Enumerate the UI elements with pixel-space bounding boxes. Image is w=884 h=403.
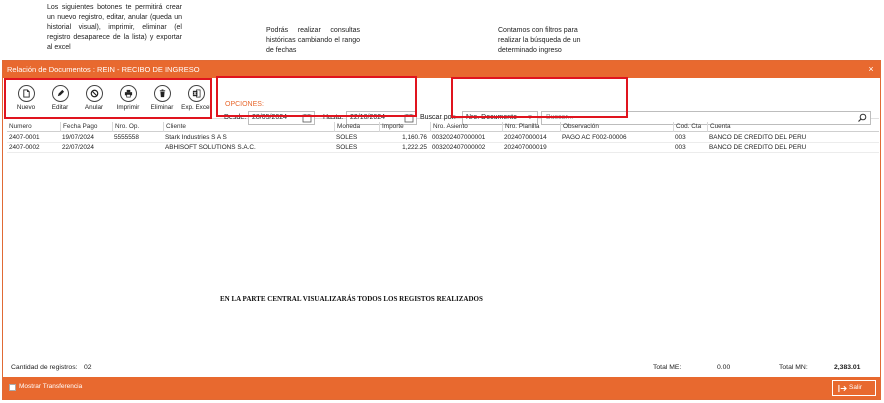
total-mn-label: Total MN: <box>779 364 808 371</box>
documents-table: Numero Fecha Pago Nro. Op. Cliente Moned… <box>7 122 879 357</box>
show-transfer-label: Mostrar Transferencia <box>19 383 83 390</box>
highlight-dates <box>216 76 417 117</box>
exit-button-label: Salir <box>849 384 863 391</box>
table-cell: 5555558 <box>114 134 139 141</box>
total-me-label: Total ME: <box>653 364 682 371</box>
table-cell: ABHISOFT SOLUTIONS S.A.C. <box>165 144 256 151</box>
column-header[interactable]: Numero <box>7 122 60 132</box>
note-buttons: Los siguientes botones te permitirá crea… <box>47 4 182 51</box>
column-header[interactable]: Nro. Asiento <box>430 122 502 132</box>
total-mn-value: 2,383.01 <box>834 364 861 371</box>
table-cell: BANCO DE CREDITO DEL PERU <box>709 134 807 141</box>
records-count-label: Cantidad de registros: <box>11 364 78 371</box>
column-header[interactable]: Moneda <box>334 122 379 132</box>
table-cell: SOLES <box>336 144 358 151</box>
column-header[interactable]: Cliente <box>163 122 334 132</box>
exit-icon <box>838 384 847 393</box>
column-header[interactable]: Fecha Pago <box>60 122 112 132</box>
table-cell: 202407000014 <box>504 134 547 141</box>
highlight-filters <box>451 77 628 118</box>
column-header[interactable]: Importe <box>379 122 430 132</box>
table-cell: SOLES <box>336 134 358 141</box>
table-cell: BANCO DE CREDITO DEL PERU <box>709 144 807 151</box>
records-count-value: 02 <box>84 364 92 371</box>
table-cell: Stark Industries S A S <box>165 134 227 141</box>
exit-button[interactable]: Salir <box>832 380 876 396</box>
table-row[interactable]: 2407-0001 19/07/2024 5555558 Stark Indus… <box>7 133 879 143</box>
column-header[interactable]: Cuenta <box>707 122 879 132</box>
note-filters: Contamos con filtros para realizar la bú… <box>498 27 581 54</box>
table-cell: PAGO AC F002-00006 <box>562 134 627 141</box>
center-message: EN LA PARTE CENTRAL VISUALIZARÁS TODOS L… <box>220 295 483 303</box>
close-icon[interactable]: × <box>865 61 877 78</box>
table-header: Numero Fecha Pago Nro. Op. Cliente Moned… <box>7 122 879 132</box>
column-header[interactable]: Nro. Op. <box>112 122 163 132</box>
table-cell: 22/07/2024 <box>62 144 94 151</box>
table-row[interactable]: 2407-0002 22/07/2024 ABHISOFT SOLUTIONS … <box>7 143 879 153</box>
table-cell: 003 <box>675 134 686 141</box>
bottom-bar: Mostrar Transferencia Salir <box>3 377 880 399</box>
column-header[interactable]: Observación <box>560 122 673 132</box>
table-cell: 2407-0002 <box>9 144 40 151</box>
column-header[interactable]: Cod. Cta <box>673 122 707 132</box>
table-cell: 2407-0001 <box>9 134 40 141</box>
highlight-toolbar <box>4 78 212 119</box>
table-cell: 1,222.25 <box>402 144 427 151</box>
table-cell: 1,160.76 <box>402 134 427 141</box>
table-cell: 202407000019 <box>504 144 547 151</box>
table-cell: 19/07/2024 <box>62 134 94 141</box>
show-transfer-checkbox[interactable] <box>9 384 16 391</box>
column-header[interactable]: Nro. Planilla <box>502 122 560 132</box>
table-cell: 003202407000001 <box>432 134 486 141</box>
table-cell: 003202407000002 <box>432 144 486 151</box>
table-cell: 003 <box>675 144 686 151</box>
table-cell <box>560 143 673 153</box>
total-me-value: 0.00 <box>717 364 731 371</box>
window-titlebar: Relación de Documentos : REIN - RECIBO D… <box>3 61 880 78</box>
window-title: Relación de Documentos : REIN - RECIBO D… <box>7 65 200 74</box>
table-cell <box>112 143 163 153</box>
note-dates: Podrás realizar consultas históricas cam… <box>266 27 360 54</box>
